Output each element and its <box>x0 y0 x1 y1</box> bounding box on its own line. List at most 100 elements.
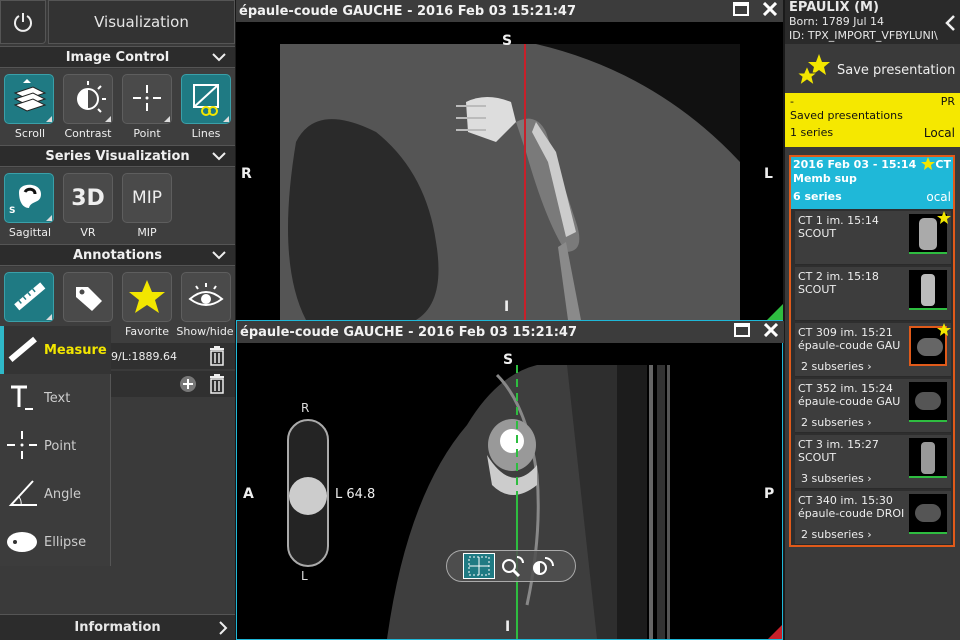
maximize-icon[interactable] <box>733 2 749 16</box>
zoom-icon[interactable] <box>499 555 525 579</box>
image-control-title: Image Control <box>65 49 170 65</box>
series-item[interactable]: CT 1 im. 15:14 SCOUT <box>795 211 951 265</box>
ruler-icon <box>14 282 46 311</box>
saved-dash: - <box>790 95 794 108</box>
lines-icon <box>193 84 219 116</box>
series-thumbnail <box>909 438 947 478</box>
vr-label: VR <box>80 226 96 239</box>
information-label: Information <box>74 620 161 635</box>
viewer-top[interactable]: épaule-coude GAUCHE - 2016 Feb 03 15:21:… <box>236 0 783 320</box>
sagittal-tool[interactable]: S <box>4 173 54 223</box>
series-subseries[interactable]: 3 subseries › <box>801 472 872 485</box>
series-subseries[interactable]: 2 subseries › <box>801 416 872 429</box>
menu-item-text[interactable]: Text <box>0 374 111 422</box>
angle-icon <box>8 480 37 506</box>
close-icon[interactable] <box>763 2 777 16</box>
contrast-tool[interactable] <box>63 74 113 124</box>
orient-right: L <box>764 166 773 182</box>
star-icon <box>937 323 951 336</box>
viewer-top-title-bar: épaule-coude GAUCHE - 2016 Feb 03 15:21:… <box>236 0 783 22</box>
series-item[interactable]: CT 2 im. 15:18 SCOUT <box>795 267 951 321</box>
chevron-down-icon <box>212 53 226 62</box>
study-header[interactable]: 2016 Feb 03 - 15:14 CT Memb sup 6 series… <box>791 157 953 209</box>
star-icon <box>937 211 951 224</box>
orient-right: P <box>764 486 775 502</box>
trash-icon[interactable] <box>208 346 226 366</box>
series-subseries[interactable]: 2 subseries › <box>801 528 872 541</box>
series-item[interactable]: CT 340 im. 15:30 épaule-coude DROI 2 sub… <box>795 491 951 545</box>
chevron-down-icon <box>212 152 226 161</box>
saved-pr: PR <box>940 95 955 108</box>
vr-tool[interactable]: 3D <box>63 173 113 223</box>
favorite-tool[interactable] <box>122 272 172 322</box>
scroll-tool[interactable] <box>4 74 54 124</box>
maximize-icon[interactable] <box>734 323 750 337</box>
chevron-left-icon[interactable] <box>944 14 956 32</box>
viewer-bottom-title: épaule-coude GAUCHE - 2016 Feb 03 15:21:… <box>240 324 577 340</box>
slider-top-label: R <box>301 401 310 415</box>
power-icon <box>14 13 32 32</box>
study-count: 6 series <box>793 190 842 203</box>
mip-tool[interactable]: MIP <box>122 173 172 223</box>
menu-item-angle[interactable]: Angle <box>0 470 111 518</box>
scroll-stack-icon <box>13 79 47 112</box>
annotation-add-row <box>111 371 235 397</box>
coronal-ct-image <box>236 22 783 320</box>
saved-presentations[interactable]: - PR Saved presentations 1 series Local <box>785 93 960 147</box>
point-tool[interactable] <box>122 74 172 124</box>
series-thumbnail <box>909 494 947 534</box>
viewer-bottom[interactable]: épaule-coude GAUCHE - 2016 Feb 03 15:21:… <box>236 320 784 640</box>
power-button[interactable] <box>0 0 46 44</box>
tag-icon <box>76 287 102 311</box>
level-slider[interactable] <box>287 419 329 567</box>
information-bar[interactable]: Information <box>0 614 235 640</box>
annotation-menu: Measure Text Point Angle Ellipse <box>0 326 111 566</box>
series-item[interactable]: CT 309 im. 15:21 épaule-coude GAU 2 subs… <box>795 323 951 377</box>
image-control-row: Scroll Contrast Point Lines <box>0 69 235 145</box>
menu-item-measure[interactable]: Measure <box>0 326 111 374</box>
point-crosshair-icon <box>133 85 161 111</box>
ellipse-label: Ellipse <box>44 534 87 550</box>
level-slider-handle[interactable] <box>289 477 327 515</box>
star-icon <box>921 157 935 170</box>
window-level-icon[interactable] <box>529 554 557 580</box>
chevron-right-icon <box>219 621 228 635</box>
add-icon[interactable] <box>179 375 197 393</box>
series-visualization-header[interactable]: Series Visualization <box>0 145 235 167</box>
left-panel: Visualization Image Control Scroll Contr… <box>0 0 235 640</box>
series-item[interactable]: CT 3 im. 15:27 SCOUT 3 subseries › <box>795 435 951 489</box>
study-group: 2016 Feb 03 - 15:14 CT Memb sup 6 series… <box>789 155 955 547</box>
study-modality: CT <box>935 158 951 171</box>
image-control-header[interactable]: Image Control <box>0 46 235 68</box>
series-subseries[interactable]: 2 subseries › <box>801 360 872 373</box>
tag-tool[interactable] <box>63 272 113 322</box>
crosshair-tool-button[interactable] <box>463 553 495 579</box>
ruler-tool[interactable] <box>4 272 54 322</box>
stars-icon <box>795 54 830 87</box>
saved-local: Local <box>923 126 955 140</box>
show-hide-tool[interactable] <box>181 272 231 322</box>
menu-item-ellipse[interactable]: Ellipse <box>0 518 111 566</box>
patient-info: EPAULIX (M) Born: 1789 Jul 14 ID: TPX_IM… <box>785 0 960 44</box>
show-hide-label: Show/hide <box>176 325 234 338</box>
eye-icon <box>188 283 224 306</box>
point-label: Point <box>44 438 77 454</box>
visualization-button[interactable]: Visualization <box>48 0 235 44</box>
series-item[interactable]: CT 352 im. 15:24 épaule-coude GAU 2 subs… <box>795 379 951 433</box>
trash-icon[interactable] <box>208 374 226 394</box>
annotations-header[interactable]: Annotations <box>0 244 235 266</box>
viewer-bottom-title-bar: épaule-coude GAUCHE - 2016 Feb 03 15:21:… <box>237 321 784 343</box>
text-icon <box>11 385 33 410</box>
series-visualization-row: S 3D MIP Sagittal VR MIP <box>0 168 235 244</box>
saved-count: 1 series <box>790 126 834 139</box>
measure-label: Measure <box>44 342 107 358</box>
visualization-label: Visualization <box>94 13 189 31</box>
lines-tool[interactable] <box>181 74 231 124</box>
ellipse-icon <box>7 532 37 552</box>
scroll-label: Scroll <box>14 127 46 140</box>
close-icon[interactable] <box>764 323 778 337</box>
save-presentation-button[interactable]: Save presentation <box>785 48 960 92</box>
menu-item-point[interactable]: Point <box>0 422 111 470</box>
point-icon <box>7 431 37 459</box>
contrast-icon <box>77 81 106 113</box>
